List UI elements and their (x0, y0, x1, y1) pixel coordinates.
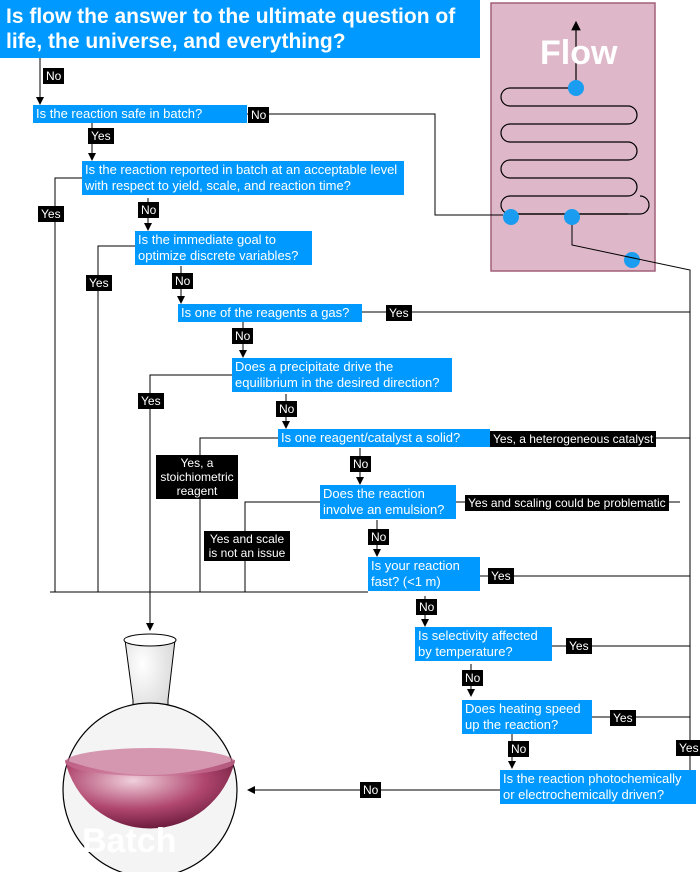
flow-label: Flow (540, 34, 618, 72)
label-no: No (232, 328, 254, 344)
label-yes-heterogeneous: Yes, a heterogeneous catalyst (490, 431, 657, 447)
label-yes: Yes (138, 393, 164, 409)
question-safe-batch: Is the reaction safe in batch? (33, 105, 247, 123)
question-photo-electro: Is the reaction photochemically or elect… (500, 770, 696, 804)
label-yes: Yes (566, 638, 592, 654)
question-reported-batch: Is the reaction reported in batch at an … (82, 161, 404, 195)
label-yes: Yes (86, 275, 112, 291)
question-fast: Is your reaction fast? (<1 m) (368, 557, 480, 591)
question-solid: Is one reagent/catalyst a solid? (278, 429, 490, 447)
label-no: No (138, 202, 160, 218)
reactor-node (564, 209, 580, 225)
label-no: No (350, 456, 372, 472)
question-precipitate: Does a precipitate drive the equilibrium… (232, 358, 452, 392)
batch-label: Batch (82, 822, 177, 860)
label-no: No (368, 529, 390, 545)
question-gas-reagent: Is one of the reagents a gas? (178, 304, 362, 322)
label-yes-scaling-problematic: Yes and scaling could be problematic (465, 495, 669, 511)
label-no: No (462, 670, 484, 686)
label-yes: Yes (488, 568, 514, 584)
label-yes: Yes (676, 740, 700, 756)
label-no: No (416, 599, 438, 615)
question-discrete-variables: Is the immediate goal to optimize discre… (135, 231, 312, 265)
question-selectivity: Is selectivity affected by temperature? (415, 627, 552, 661)
reactor-node (503, 209, 519, 225)
label-no: No (43, 68, 65, 84)
label-no: No (248, 107, 270, 123)
label-no: No (360, 782, 382, 798)
reactor-node (568, 80, 584, 96)
label-no: No (508, 741, 530, 757)
label-yes: Yes (610, 710, 636, 726)
flowchart: Is flow the answer to the ultimate quest… (0, 0, 700, 872)
label-no: No (172, 273, 194, 289)
label-yes-stoichiometric: Yes, a stoichiometric reagent (156, 455, 238, 499)
label-yes-scale-ok: Yes and scale is not an issue (204, 531, 290, 561)
question-heating: Does heating speed up the reaction? (462, 700, 592, 734)
question-emulsion: Does the reaction involve an emulsion? (320, 485, 456, 519)
reactor-node (624, 252, 640, 268)
label-yes: Yes (38, 206, 64, 222)
label-no: No (276, 401, 298, 417)
main-question: Is flow the answer to the ultimate quest… (0, 0, 480, 58)
label-yes: Yes (386, 305, 412, 321)
label-yes: Yes (88, 128, 114, 144)
